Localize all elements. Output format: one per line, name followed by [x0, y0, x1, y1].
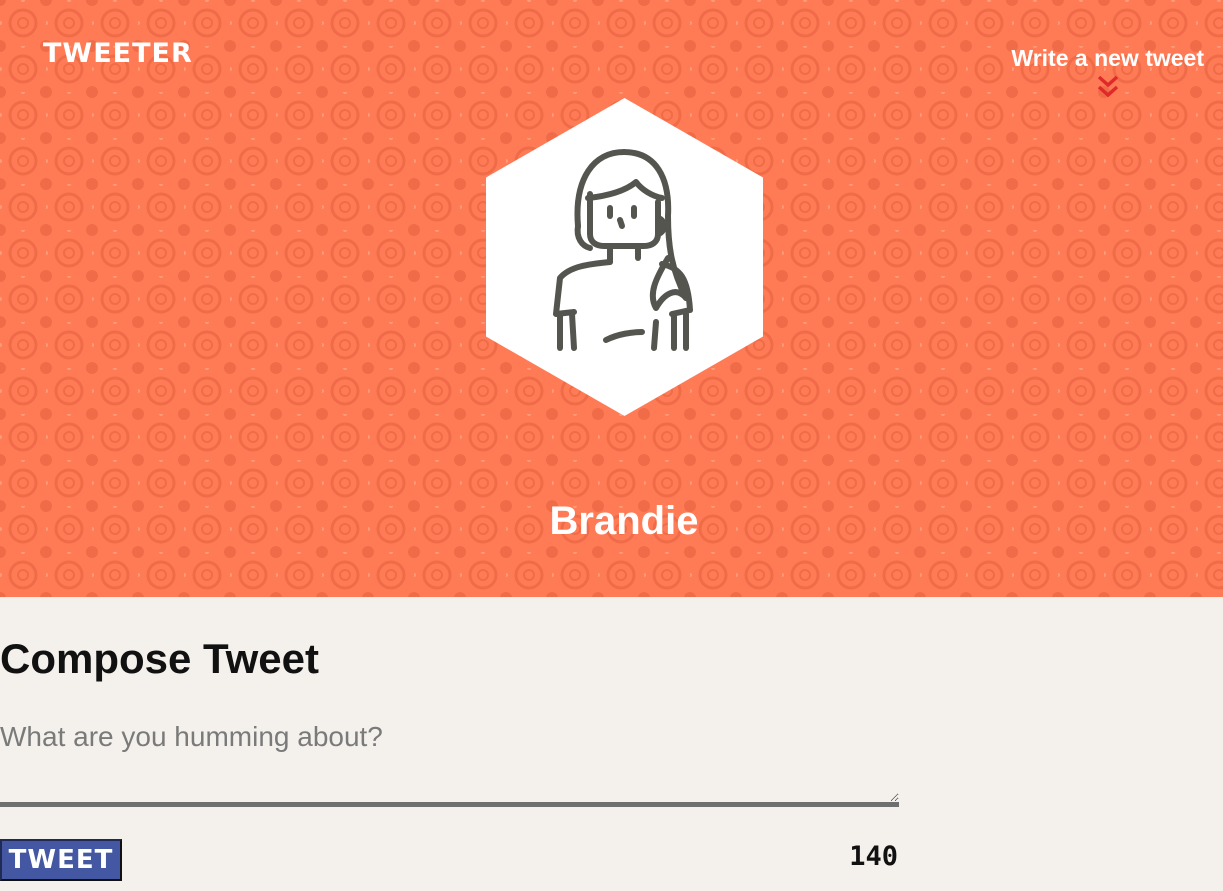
user-avatar-icon [486, 98, 763, 416]
tweet-text-input[interactable] [0, 721, 899, 807]
profile-username: Brandie [549, 499, 699, 543]
character-counter: 140 [849, 841, 898, 872]
profile-header: TWEETER Write a new tweet Brandie [0, 0, 1223, 597]
write-new-tweet-label: Write a new tweet [1011, 45, 1204, 71]
double-chevron-down-icon [1097, 75, 1118, 98]
tweet-submit-button[interactable]: TWEET [0, 839, 122, 881]
compose-title: Compose Tweet [0, 635, 319, 682]
brand-logo[interactable]: TWEETER [43, 40, 193, 67]
new-tweet-section: Compose Tweet TWEET 140 [0, 597, 900, 891]
write-new-tweet-link[interactable]: Write a new tweet [1011, 44, 1204, 100]
